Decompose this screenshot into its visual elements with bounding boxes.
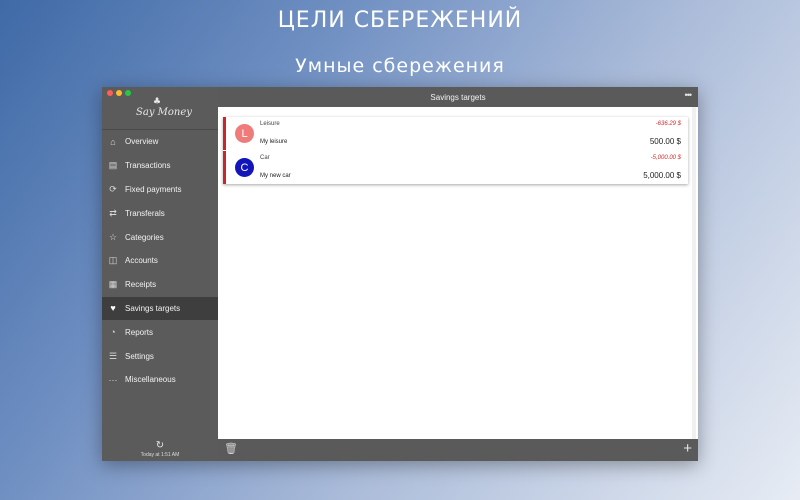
sidebar-item-transactions[interactable]: ▤ Transactions [102,154,218,178]
promo-subheadline: Умные сбережения [295,55,505,77]
list-icon: ▤ [108,160,118,171]
home-icon: ⌂ [110,136,116,147]
scrollbar[interactable] [692,107,696,439]
star-icon: ☆ [108,231,118,242]
target-remaining: -636.29 $ [655,121,681,127]
refresh-icon[interactable]: ↻ [102,441,218,451]
sprout-icon: ♣ [153,97,162,107]
sidebar-item-miscellaneous[interactable]: ··· Miscellaneous [102,368,218,392]
target-category: Car [260,155,270,161]
target-amount: 500.00 $ [649,137,681,146]
book-icon: ◫ [108,255,118,266]
sidebar-item-label: Transactions [125,161,171,171]
sidebar-item-savings-targets[interactable]: ♥ Savings targets [102,296,218,321]
sidebar-item-label: Receipts [125,280,157,290]
sidebar-item-label: Categories [125,232,164,242]
sidebar-item-label: Settings [125,351,154,361]
ellipsis-icon: ··· [108,374,118,385]
savings-targets-list: L Leisure My leisure -636.29 $ 500.00 $ … [218,107,698,439]
sidebar-item-categories[interactable]: ☆ Categories [102,225,218,249]
sidebar-item-receipts[interactable]: ▦ Receipts [102,273,218,297]
close-window-button[interactable] [107,90,113,96]
sidebar-item-label: Savings targets [125,303,181,313]
target-amount: 5,000.00 $ [643,171,681,180]
more-options-button[interactable]: ••• [685,90,693,100]
heart-icon: ♥ [110,303,116,314]
sidebar-item-label: Miscellaneous [125,375,176,385]
avatar: L [235,124,254,143]
receipt-icon: ▦ [108,279,118,290]
promo-headline: ЦЕЛИ СБЕРЕЖЕНИЙ [277,8,523,33]
sidebar-item-transferals[interactable]: ⇄ Transferals [102,201,218,225]
sidebar-item-label: Overview [125,137,159,147]
sidebar-item-fixed-payments[interactable]: ⟳ Fixed payments [102,178,218,202]
sliders-icon: ☰ [108,350,118,361]
avatar: C [235,158,254,177]
app-window: ♣ Say Money ⌂ Overview ▤ Transactions ⟳ … [102,87,698,461]
sidebar-item-reports[interactable]: ◔ Reports [102,320,218,344]
app-logo-text: Say Money [136,107,192,118]
target-name: My leisure [260,139,288,145]
app-logo: ♣ Say Money [136,97,192,118]
sidebar-item-settings[interactable]: ☰ Settings [102,344,218,368]
sidebar: ♣ Say Money ⌂ Overview ▤ Transactions ⟳ … [102,87,218,461]
sidebar-item-label: Fixed payments [125,184,182,194]
trash-icon[interactable]: 🗑 [224,442,238,455]
title-bar: Savings targets ••• [218,87,698,107]
sidebar-item-label: Accounts [125,256,158,266]
gauge-icon: ◔ [110,327,116,338]
zoom-window-button[interactable] [125,90,131,96]
minimize-window-button[interactable] [116,90,122,96]
page-title: Savings targets [430,92,486,102]
list-item[interactable]: L Leisure My leisure -636.29 $ 500.00 $ [223,117,688,150]
sidebar-item-overview[interactable]: ⌂ Overview [102,130,218,154]
add-target-button[interactable]: + [683,440,692,458]
list-item[interactable]: C Car My new car -5,000.00 $ 5,000.00 $ [223,151,688,184]
sync-timestamp: Today at 1:51 AM [140,452,180,458]
sidebar-item-accounts[interactable]: ◫ Accounts [102,249,218,273]
main-panel: Savings targets ••• L Leisure My leisure… [218,87,698,461]
sidebar-item-label: Transferals [125,208,165,218]
bottom-toolbar: 🗑 + [218,439,698,461]
target-category: Leisure [260,121,280,127]
target-name: My new car [260,173,291,179]
shuffle-icon: ⇄ [109,207,117,218]
sidebar-nav: ⌂ Overview ▤ Transactions ⟳ Fixed paymen… [102,130,218,392]
target-remaining: -5,000.00 $ [650,155,681,161]
sidebar-item-label: Reports [125,327,154,337]
sync-status: ↻ Today at 1:51 AM [102,441,218,459]
cycle-icon: ⟳ [109,183,117,194]
window-controls [107,90,131,96]
